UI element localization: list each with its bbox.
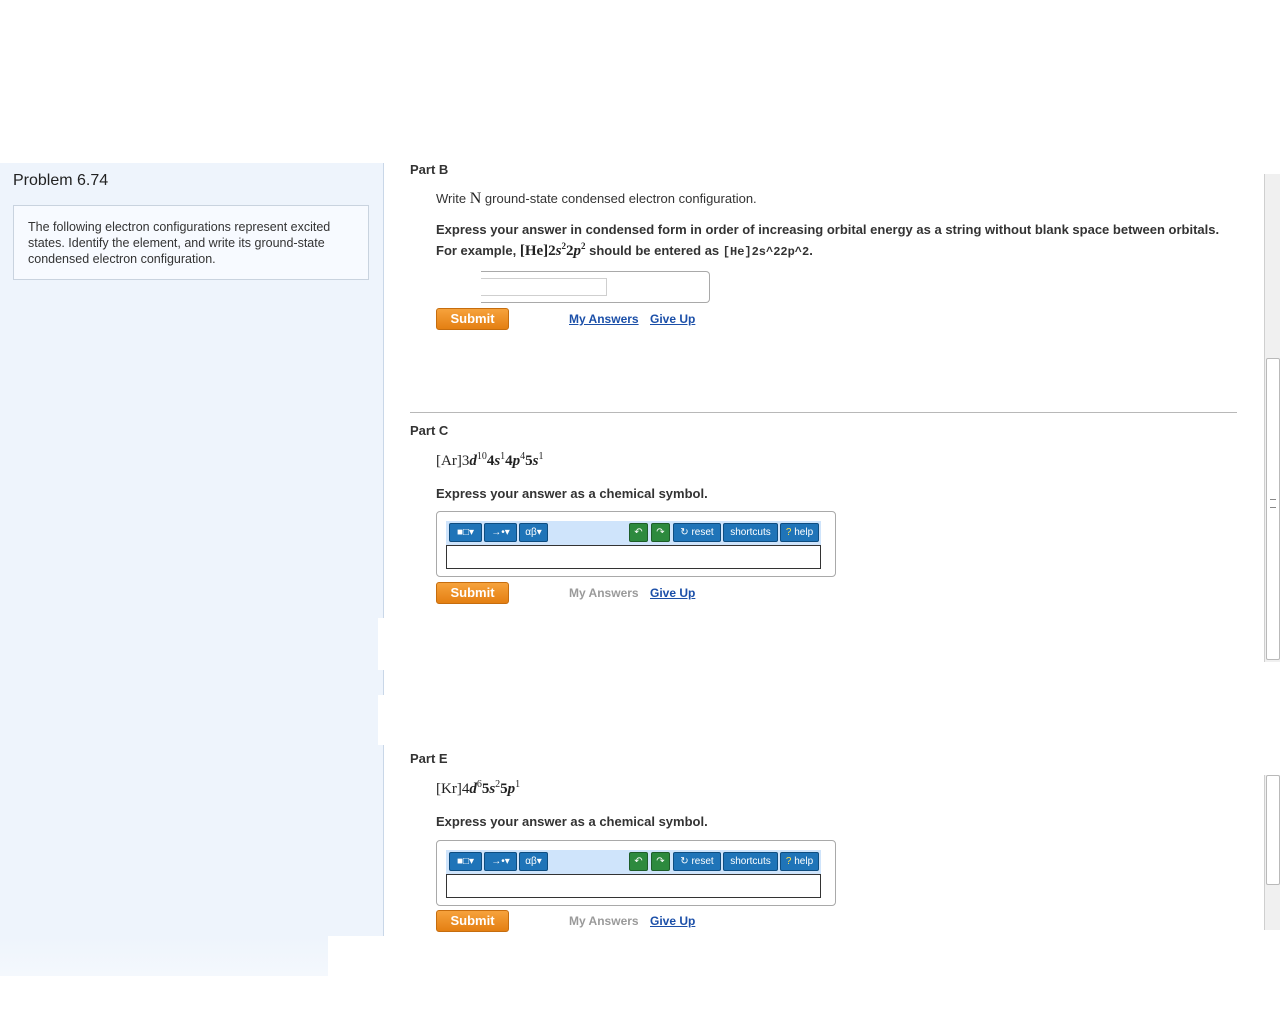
example-code: [He]2s^22p^2 — [722, 245, 810, 259]
question-suffix: ground-state condensed electron configur… — [484, 191, 757, 206]
part-c-answer-box: ■□▾ →•▾ αβ▾ ↶ ↷ ↻ reset shortcuts ? help — [436, 511, 836, 577]
sidebar-gap — [378, 695, 388, 745]
part-e-my-answers-link: My Answers — [569, 914, 639, 928]
part-b-title: Part B — [410, 162, 449, 177]
undo-icon[interactable]: ↶ — [629, 852, 648, 871]
help-button[interactable]: ? help — [780, 852, 819, 871]
part-e-configuration: [Kr]4d65s25p1 — [436, 779, 521, 797]
reset-button[interactable]: ↻ reset — [673, 852, 721, 871]
redo-icon[interactable]: ↷ — [651, 523, 670, 542]
templates-icon[interactable]: ■□▾ — [449, 523, 482, 542]
greek-button[interactable]: αβ▾ — [519, 523, 548, 542]
equation-toolbar: ■□▾ →•▾ αβ▾ ↶ ↷ ↻ reset shortcuts ? help — [446, 521, 821, 545]
problem-description: The following electron configurations re… — [13, 205, 369, 280]
part-b-give-up-link[interactable]: Give Up — [650, 312, 695, 326]
part-c-configuration: [Ar]3d104s14p45s1 — [436, 451, 544, 469]
part-b-my-answers-link[interactable]: My Answers — [569, 312, 639, 326]
arrow-icon[interactable]: →•▾ — [484, 523, 517, 542]
scrollbar-thumb[interactable] — [1266, 358, 1280, 660]
part-c-title: Part C — [410, 423, 449, 438]
part-c-answer-input[interactable] — [446, 545, 821, 569]
part-b-question: Write N ground-state condensed electron … — [436, 190, 757, 208]
templates-icon[interactable]: ■□▾ — [449, 852, 482, 871]
part-e-give-up-link[interactable]: Give Up — [650, 914, 695, 928]
undo-icon[interactable]: ↶ — [629, 523, 648, 542]
arrow-icon[interactable]: →•▾ — [484, 852, 517, 871]
sidebar-bottom — [0, 936, 328, 976]
part-c-instructions: Express your answer as a chemical symbol… — [436, 486, 708, 501]
greek-button[interactable]: αβ▾ — [519, 852, 548, 871]
part-e-submit-button[interactable]: Submit — [436, 910, 509, 932]
part-e-instructions: Express your answer as a chemical symbol… — [436, 814, 708, 829]
redo-icon[interactable]: ↷ — [651, 852, 670, 871]
grip-icon — [1270, 499, 1276, 508]
shortcuts-button[interactable]: shortcuts — [723, 523, 778, 542]
question-prefix: Write — [436, 191, 467, 206]
part-e-answer-box: ■□▾ →•▾ αβ▾ ↶ ↷ ↻ reset shortcuts ? help — [436, 840, 836, 906]
scrollbar-upper[interactable] — [1264, 174, 1280, 662]
part-b-instructions: Express your answer in condensed form in… — [436, 221, 1256, 261]
part-divider — [410, 412, 1237, 413]
reset-button[interactable]: ↻ reset — [673, 523, 721, 542]
part-c-my-answers-link: My Answers — [569, 586, 639, 600]
element-symbol: N — [469, 190, 482, 207]
part-b-answer-input[interactable] — [481, 278, 607, 296]
sidebar-gap — [378, 618, 388, 670]
scrollbar-lower[interactable] — [1264, 775, 1280, 930]
part-e-title: Part E — [410, 751, 448, 766]
part-c-give-up-link[interactable]: Give Up — [650, 586, 695, 600]
help-button[interactable]: ? help — [780, 523, 819, 542]
instruction-line: Express your answer in condensed form in… — [436, 222, 1220, 237]
part-b-submit-button[interactable]: Submit — [436, 308, 509, 330]
problem-title: Problem 6.74 — [13, 172, 109, 189]
instruction-example: For example, [He]2s22p2 should be entere… — [436, 241, 813, 259]
part-c-submit-button[interactable]: Submit — [436, 582, 509, 604]
equation-toolbar: ■□▾ →•▾ αβ▾ ↶ ↷ ↻ reset shortcuts ? help — [446, 850, 821, 874]
example-formula: [He]2s22p2 — [519, 241, 586, 259]
part-e-answer-input[interactable] — [446, 874, 821, 898]
scrollbar-thumb[interactable] — [1266, 775, 1280, 885]
shortcuts-button[interactable]: shortcuts — [723, 852, 778, 871]
